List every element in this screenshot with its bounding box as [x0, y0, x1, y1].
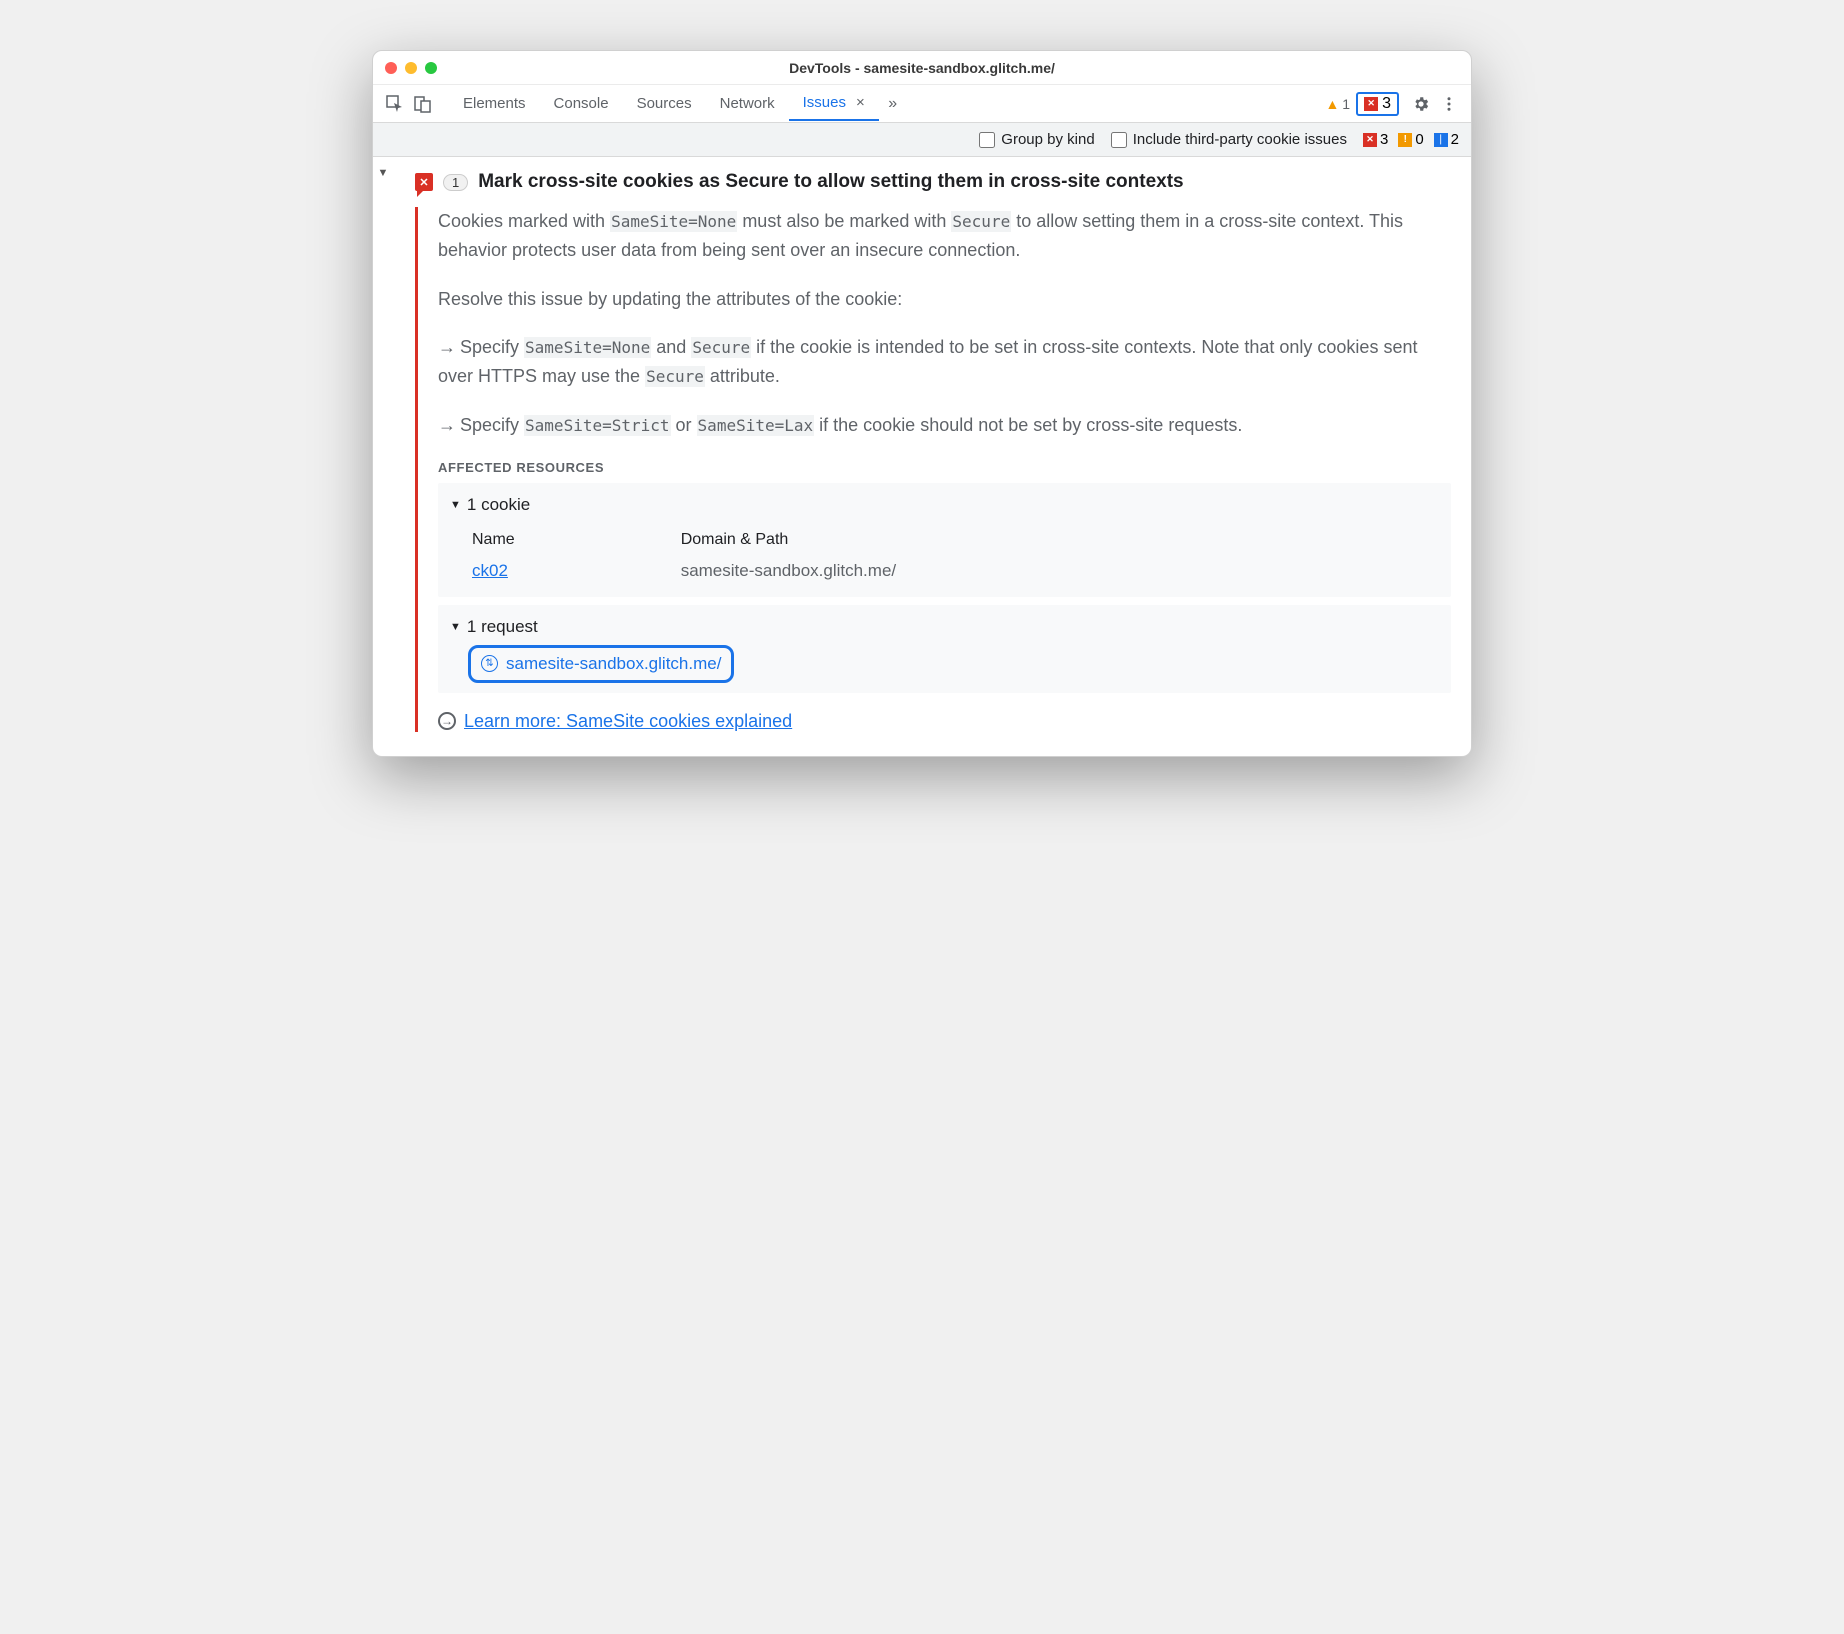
top-badges: ▲ 1 ✕ 3 — [1325, 92, 1399, 116]
settings-icon[interactable] — [1407, 90, 1435, 118]
desc-bullet-2: →Specify SameSite=Strict or SameSite=Lax… — [438, 411, 1451, 440]
issues-panel: ▼ ✕ 1 Mark cross-site cookies as Secure … — [373, 157, 1471, 756]
window-title: DevTools - samesite-sandbox.glitch.me/ — [373, 60, 1471, 76]
error-icon: ✕ — [1363, 133, 1377, 147]
warning-count-badge[interactable]: ! 0 — [1398, 131, 1423, 148]
col-name: Name — [462, 525, 669, 555]
tab-list: Elements Console Sources Network Issues … — [449, 86, 907, 121]
expand-gutter: ▼ — [373, 157, 393, 756]
tab-bar: Elements Console Sources Network Issues … — [373, 85, 1471, 123]
learn-more-row: → Learn more: SameSite cookies explained — [438, 711, 1451, 732]
group-checkbox-input[interactable] — [979, 132, 995, 148]
error-count-badge[interactable]: ✕ 3 — [1363, 131, 1388, 148]
third-party-checkbox[interactable]: Include third-party cookie issues — [1111, 131, 1347, 148]
collapse-icon[interactable]: ▼ — [373, 167, 393, 179]
error-icon: ✕ — [1364, 97, 1378, 111]
cookie-name-link[interactable]: ck02 — [472, 561, 508, 580]
cookie-table: NameDomain & Path ck02 samesite-sandbox.… — [460, 523, 1449, 587]
request-url: samesite-sandbox.glitch.me/ — [506, 654, 721, 674]
errors-badge[interactable]: ✕ 3 — [1356, 92, 1399, 116]
issue-count-badges: ✕ 3 ! 0 ❘ 2 — [1363, 131, 1459, 148]
desc-p2: Resolve this issue by updating the attri… — [438, 285, 1451, 314]
desc-bullet-1: →Specify SameSite=None and Secure if the… — [438, 333, 1451, 391]
tab-issues[interactable]: Issues × — [789, 86, 879, 121]
request-link[interactable]: ⇅ samesite-sandbox.glitch.me/ — [468, 645, 734, 683]
table-row: ck02 samesite-sandbox.glitch.me/ — [462, 557, 1447, 585]
tab-issues-label: Issues — [803, 94, 846, 111]
warning-icon: ▲ — [1325, 96, 1339, 112]
affected-requests-box: ▼ 1 request ⇅ samesite-sandbox.glitch.me… — [438, 605, 1451, 693]
tab-elements[interactable]: Elements — [449, 87, 540, 120]
col-domain: Domain & Path — [671, 525, 1447, 555]
filter-bar: Group by kind Include third-party cookie… — [373, 123, 1471, 157]
learn-more-link[interactable]: Learn more: SameSite cookies explained — [464, 711, 792, 732]
chevron-down-icon: ▼ — [450, 621, 461, 633]
requests-header-text: 1 request — [467, 617, 538, 637]
affected-cookies-box: ▼ 1 cookie NameDomain & Path ck02 samesi… — [438, 483, 1451, 597]
device-toolbar-icon[interactable] — [409, 90, 437, 118]
thirdparty-checkbox-input[interactable] — [1111, 132, 1127, 148]
info-count-badge[interactable]: ❘ 2 — [1434, 131, 1459, 148]
affected-cookies-header[interactable]: ▼ 1 cookie — [450, 487, 1439, 523]
issue-title: Mark cross-site cookies as Secure to all… — [478, 171, 1183, 193]
devtools-window: DevTools - samesite-sandbox.glitch.me/ E… — [372, 50, 1472, 757]
issue-error-icon: ✕ — [415, 173, 433, 191]
network-icon: ⇅ — [481, 655, 498, 672]
tab-sources[interactable]: Sources — [623, 87, 706, 120]
warn-count: 0 — [1415, 131, 1423, 148]
affected-resources-title: AFFECTED RESOURCES — [438, 460, 1451, 475]
tab-network[interactable]: Network — [706, 87, 789, 120]
group-by-kind-checkbox[interactable]: Group by kind — [979, 131, 1094, 148]
info-count: 2 — [1451, 131, 1459, 148]
tab-console[interactable]: Console — [540, 87, 623, 120]
chevron-down-icon: ▼ — [450, 499, 461, 511]
mac-titlebar: DevTools - samesite-sandbox.glitch.me/ — [373, 51, 1471, 85]
issue-header[interactable]: ✕ 1 Mark cross-site cookies as Secure to… — [415, 167, 1451, 207]
more-tabs-icon[interactable]: » — [879, 90, 907, 118]
kebab-menu-icon[interactable] — [1435, 90, 1463, 118]
warning-icon: ! — [1398, 133, 1412, 147]
cookie-domain: samesite-sandbox.glitch.me/ — [671, 557, 1447, 585]
affected-requests-header[interactable]: ▼ 1 request — [450, 609, 1439, 645]
issue-accent-bar — [415, 207, 418, 732]
inspect-element-icon[interactable] — [381, 90, 409, 118]
arrow-right-circle-icon: → — [438, 712, 456, 730]
close-icon[interactable]: × — [856, 94, 865, 111]
cookies-header-text: 1 cookie — [467, 495, 530, 515]
issue-count-pill: 1 — [443, 174, 468, 191]
group-label: Group by kind — [1001, 131, 1094, 148]
issue-description: Cookies marked with SameSite=None must a… — [438, 207, 1451, 440]
thirdparty-label: Include third-party cookie issues — [1133, 131, 1347, 148]
errors-count: 3 — [1382, 95, 1391, 113]
info-icon: ❘ — [1434, 133, 1448, 147]
err-count: 3 — [1380, 131, 1388, 148]
warnings-count: 1 — [1342, 96, 1350, 112]
desc-p1: Cookies marked with SameSite=None must a… — [438, 207, 1451, 265]
warnings-badge[interactable]: ▲ 1 — [1325, 96, 1350, 112]
